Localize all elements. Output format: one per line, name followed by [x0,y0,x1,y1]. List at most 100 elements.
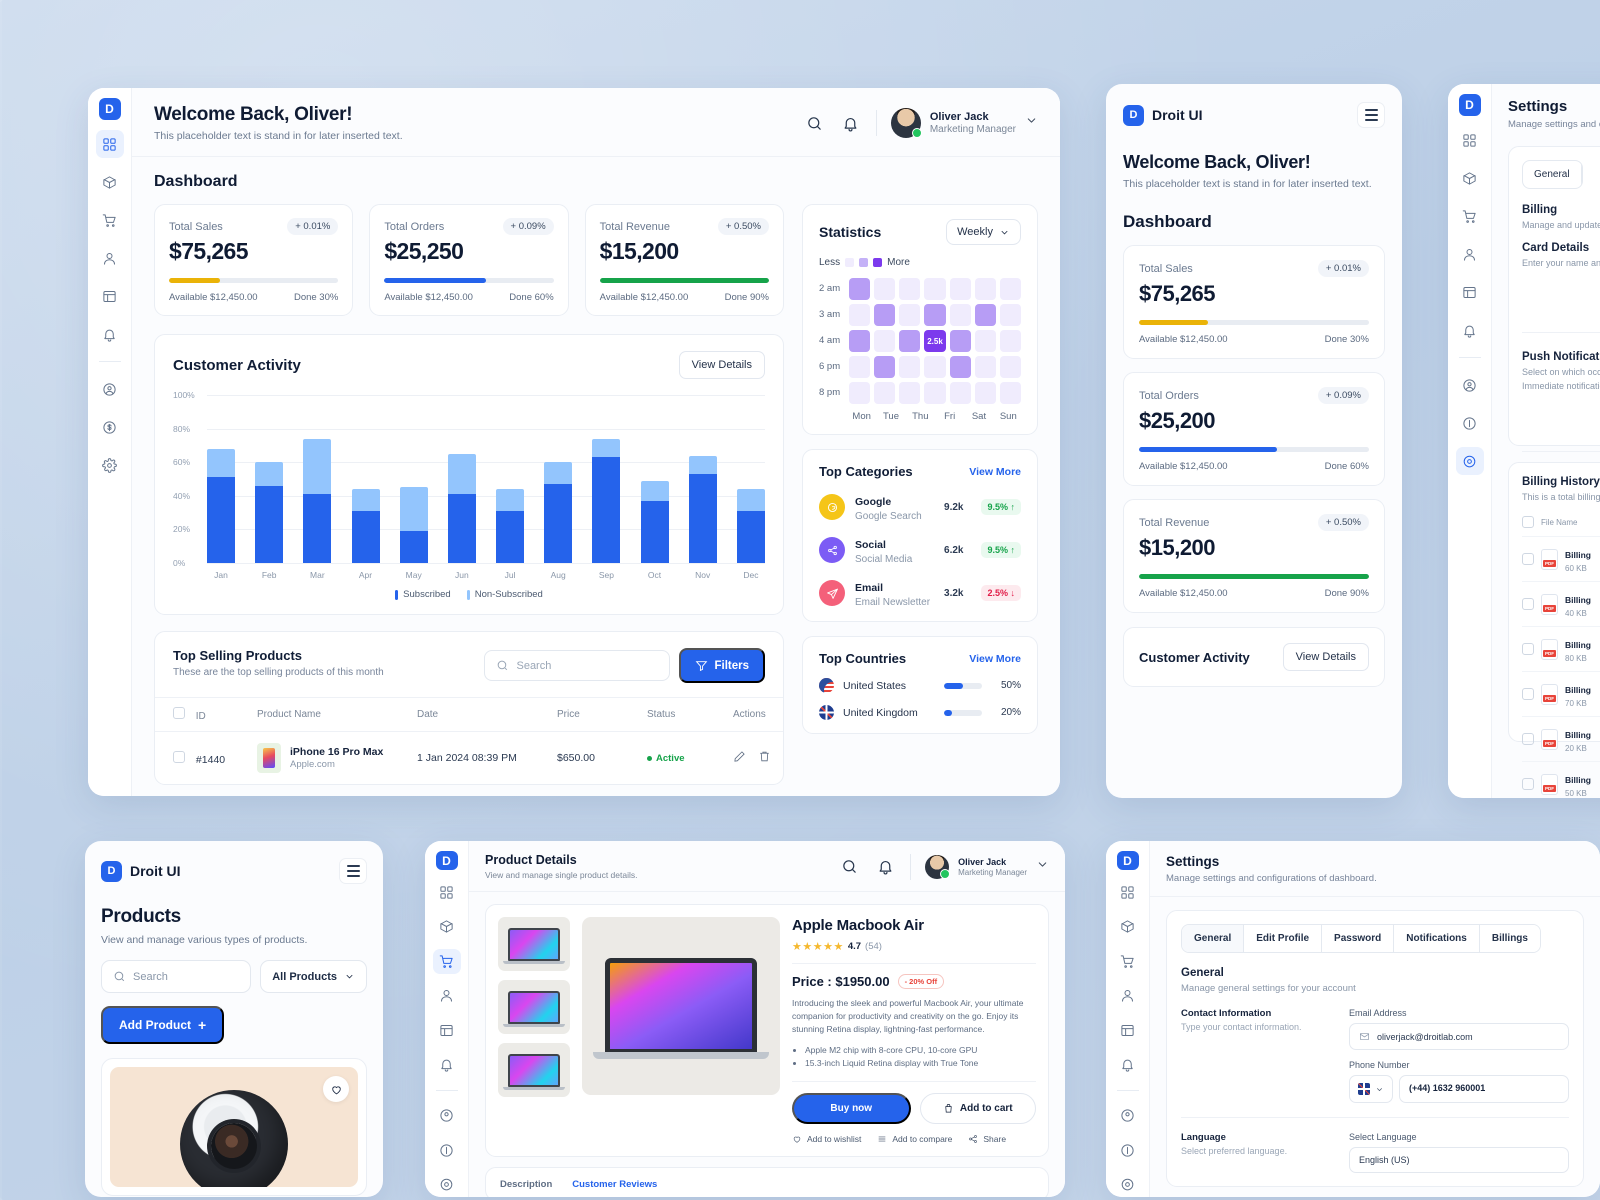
search-icon[interactable] [838,856,860,878]
sidebar-item-products[interactable] [433,915,461,939]
bar-group[interactable] [689,395,717,563]
heatmap-cell[interactable] [950,278,971,300]
bar-group[interactable] [496,395,524,563]
select-all-checkbox[interactable] [173,707,185,719]
select-all-checkbox[interactable] [1522,516,1534,528]
tab-general[interactable]: General [1523,161,1582,188]
sidebar-item-dashboard[interactable] [433,880,461,904]
row-checkbox[interactable] [1522,733,1534,745]
bar-group[interactable] [255,395,283,563]
share-link[interactable]: Share [968,1134,1006,1144]
bar-group[interactable] [641,395,669,563]
sidebar-item-orders[interactable] [1456,202,1484,230]
heatmap-cell[interactable] [849,382,870,404]
sidebar-item-account[interactable] [96,375,124,403]
sidebar-item-settings[interactable] [1456,447,1484,475]
billing-file-row[interactable]: Billing 80 KB [1522,626,1600,671]
heatmap-cell[interactable] [1000,278,1021,300]
sidebar-item-customers[interactable] [433,984,461,1008]
buy-now-button[interactable]: Buy now [792,1093,911,1124]
country-item[interactable]: United States 50% [819,678,1021,693]
sidebar-item-account[interactable] [1114,1104,1142,1128]
billing-file-row[interactable]: Billing 60 KB [1522,536,1600,581]
heatmap-cell[interactable] [849,278,870,300]
sidebar-item-pages[interactable] [1456,278,1484,306]
billing-file-row[interactable]: Billing 20 KB [1522,716,1600,761]
heatmap-cell[interactable] [975,382,996,404]
sidebar-item-products[interactable] [1456,164,1484,192]
heatmap-cell[interactable] [950,356,971,378]
sidebar-item-pages[interactable] [1114,1018,1142,1042]
sidebar-item-orders[interactable] [433,949,461,973]
bar-group[interactable] [737,395,765,563]
heatmap-cell[interactable] [975,330,996,352]
stat-card[interactable]: Total Revenue + 0.50% $15,200 Available … [585,204,784,316]
add-to-wishlist-link[interactable]: Add to wishlist [792,1134,861,1144]
bar-group[interactable] [544,395,572,563]
stat-card[interactable]: Total Revenue + 0.50% $15,200 Available … [1123,499,1385,613]
sidebar-item-orders[interactable] [96,206,124,234]
sidebar-item-orders[interactable] [1114,949,1142,973]
heatmap-cell[interactable] [899,382,920,404]
sidebar-item-notifications[interactable] [433,1052,461,1076]
bar-group[interactable] [448,395,476,563]
row-checkbox[interactable] [1522,553,1534,565]
search-input[interactable]: Search [101,960,251,993]
heatmap-cell[interactable]: 2.5k [924,330,945,352]
bell-icon[interactable] [840,112,862,134]
product-thumbnail[interactable] [498,980,570,1034]
row-checkbox[interactable] [1522,688,1534,700]
language-select[interactable]: English (US) [1349,1147,1569,1173]
view-more-link[interactable]: View More [969,653,1021,665]
tab-description[interactable]: Description [500,1179,552,1197]
heatmap-cell[interactable] [874,278,895,300]
search-input[interactable]: Search [484,650,670,681]
heatmap-cell[interactable] [849,330,870,352]
heatmap-cell[interactable] [950,330,971,352]
sidebar-item-settings[interactable] [1114,1173,1142,1197]
category-item[interactable]: Google Google Search 9.2k 9.5% ↑ [819,492,1021,522]
heatmap-cell[interactable] [1000,330,1021,352]
heatmap-cell[interactable] [924,304,945,326]
heatmap-cell[interactable] [899,278,920,300]
heatmap-cell[interactable] [1000,304,1021,326]
filters-button[interactable]: Filters [679,648,765,683]
heatmap-cell[interactable] [1000,382,1021,404]
product-thumbnail[interactable] [498,1043,570,1097]
stat-card[interactable]: Total Orders + 0.09% $25,250 Available $… [369,204,568,316]
heatmap-cell[interactable] [874,304,895,326]
heatmap-cell[interactable] [899,330,920,352]
billing-file-row[interactable]: Billing 40 KB [1522,581,1600,626]
row-checkbox[interactable] [1522,778,1534,790]
wishlist-heart-icon[interactable] [323,1076,349,1102]
search-icon[interactable] [804,112,826,134]
sidebar-item-products[interactable] [96,168,124,196]
add-product-button[interactable]: Add Product + [101,1006,224,1044]
heatmap-cell[interactable] [924,382,945,404]
heatmap-cell[interactable] [874,330,895,352]
category-item[interactable]: Social Social Media 6.2k 9.5% ↑ [819,535,1021,565]
sidebar-item-billing[interactable] [433,1138,461,1162]
tab-general[interactable]: General [1182,925,1244,952]
heatmap-cell[interactable] [1000,356,1021,378]
add-to-cart-button[interactable]: Add to cart [920,1093,1037,1124]
sidebar-item-settings[interactable] [433,1173,461,1197]
heatmap-cell[interactable] [975,356,996,378]
sidebar-item-billing[interactable] [96,413,124,441]
sidebar-item-pages[interactable] [433,1018,461,1042]
heatmap-cell[interactable] [975,304,996,326]
add-to-compare-link[interactable]: Add to compare [877,1134,952,1144]
stat-card[interactable]: Total Orders + 0.09% $25,200 Available $… [1123,372,1385,486]
period-select[interactable]: Weekly [946,219,1021,245]
product-card[interactable] [101,1058,367,1196]
stat-card[interactable]: Total Sales + 0.01% $75,265 Available $1… [1123,245,1385,359]
menu-icon[interactable] [339,858,367,884]
heatmap-cell[interactable] [899,356,920,378]
tab-billings[interactable]: Billings [1480,925,1540,952]
sidebar-item-account[interactable] [433,1104,461,1128]
row-checkbox[interactable] [1522,643,1534,655]
sidebar-item-notifications[interactable] [96,320,124,348]
heatmap-cell[interactable] [899,304,920,326]
phone-field[interactable]: (+44) 1632 960001 [1399,1075,1569,1103]
country-code-select[interactable] [1349,1075,1393,1103]
